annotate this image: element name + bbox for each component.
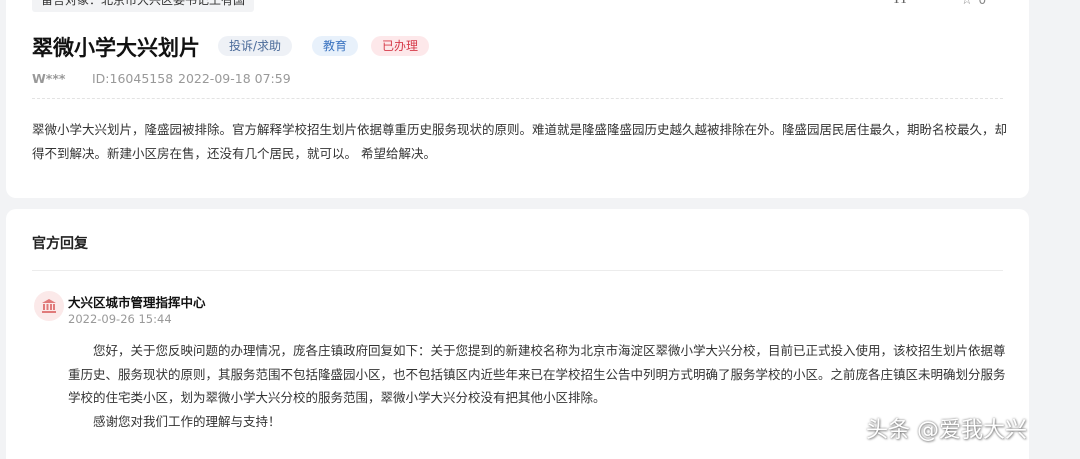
org-name: 大兴区城市管理指挥中心 — [68, 295, 206, 310]
watermark: 头条 @爱我大兴 — [866, 418, 1027, 443]
reply-heading: 官方回复 — [32, 236, 88, 252]
divider — [32, 270, 1003, 271]
font-size-icon[interactable]: TT — [892, 0, 908, 8]
message-body: 翠微小学大兴划片，隆盛园被排除。官方解释学校招生划片依据尊重历史服务现状的原则。… — [32, 122, 1008, 161]
page-title: 翠微小学大兴划片 — [32, 36, 200, 60]
message-card: 留言对象：北京市大兴区委书记王有国 TT ☆ 0 翠微小学大兴划片 投诉/求助 … — [6, 0, 1029, 198]
government-building-icon — [34, 291, 64, 321]
message-id: ID:16045158 — [92, 71, 174, 86]
reply-time: 2022-09-26 15:44 — [68, 312, 172, 326]
favorite-button[interactable]: ☆ 0 — [961, 0, 986, 8]
status-badge: 已办理 — [371, 36, 430, 56]
reply-paragraph: 您好，关于您反映问题的办理情况，庞各庄镇政府回复如下：关于您提到的新建校名称为北… — [68, 343, 1006, 405]
favorite-count: 0 — [978, 0, 987, 7]
star-icon: ☆ — [961, 0, 973, 8]
divider — [32, 98, 1003, 99]
category-tag[interactable]: 投诉/求助 — [218, 36, 293, 56]
field-tag[interactable]: 教育 — [312, 36, 359, 56]
author-name: W*** — [32, 71, 66, 86]
message-target-label: 留言对象：北京市大兴区委书记王有国 — [32, 0, 255, 12]
message-time: 2022-09-18 07:59 — [178, 71, 291, 86]
